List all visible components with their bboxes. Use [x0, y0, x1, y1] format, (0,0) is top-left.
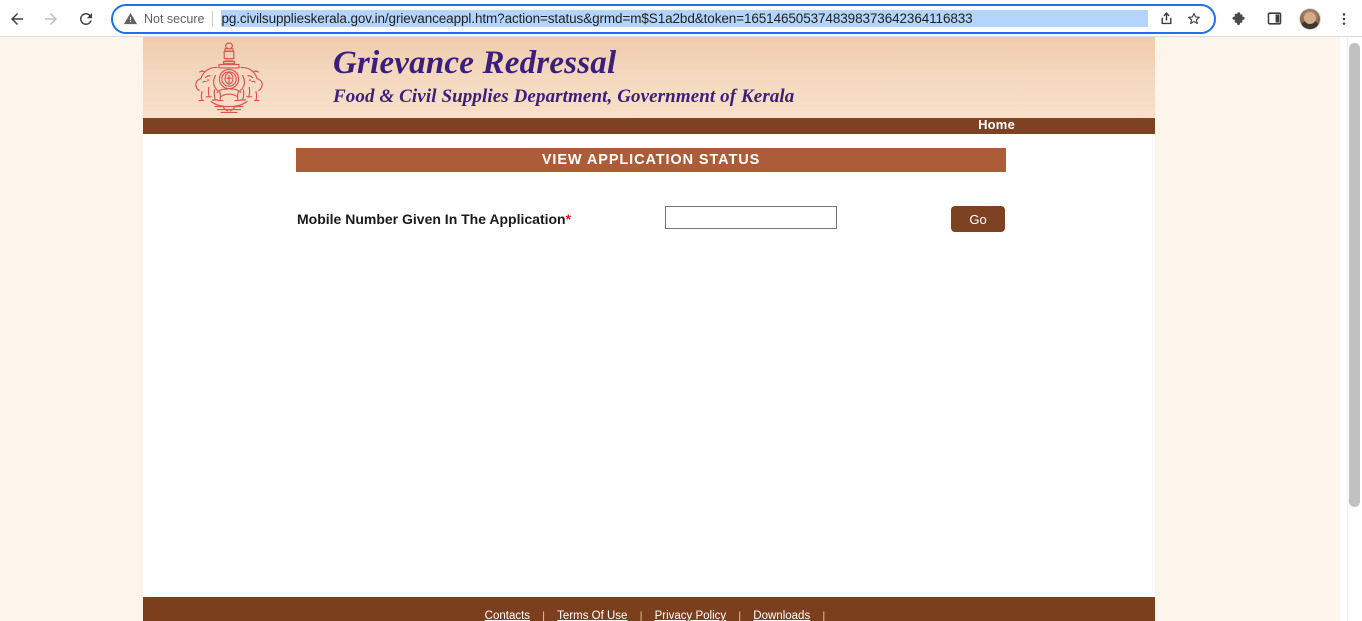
omnibox-actions: [1154, 7, 1206, 31]
profile-button[interactable]: [1296, 5, 1324, 33]
site-container: Grievance Redressal Food & Civil Supplie…: [143, 37, 1155, 621]
extensions-button[interactable]: [1226, 5, 1254, 33]
footer-link[interactable]: Terms Of Use: [545, 610, 639, 621]
back-button[interactable]: [2, 4, 32, 34]
nav-item-home[interactable]: Home: [978, 117, 1015, 133]
security-status-label: Not secure: [144, 11, 205, 26]
warning-triangle-icon: [123, 11, 138, 26]
footer-link[interactable]: Privacy Policy: [643, 610, 739, 621]
footer-links: Contacts | Terms Of Use | Privacy Policy | Dow…: [143, 610, 1155, 621]
reload-button[interactable]: [71, 4, 101, 34]
page-viewport: Grievance Redressal Food & Civil Supplie…: [0, 37, 1362, 621]
mobile-number-input[interactable]: [665, 206, 837, 229]
star-icon[interactable]: [1182, 7, 1206, 31]
required-asterisk: *: [565, 211, 572, 227]
site-title-block: Grievance Redressal Food & Civil Supplie…: [333, 46, 794, 108]
vertical-scrollbar[interactable]: [1347, 37, 1362, 621]
footer-link[interactable]: Downloads: [741, 610, 822, 621]
kerala-state-emblem-icon: [181, 39, 277, 117]
go-button[interactable]: Go: [951, 206, 1005, 232]
footer-link[interactable]: Contacts: [473, 610, 542, 621]
page-title: Grievance Redressal: [333, 45, 617, 81]
mobile-number-label-text: Mobile Number Given In The Application: [297, 211, 566, 227]
address-bar[interactable]: Not secure pg.civilsupplieskerala.gov.in…: [111, 3, 1216, 34]
main-content: VIEW APPLICATION STATUS Mobile Number Gi…: [143, 134, 1155, 590]
site-footer: Contacts | Terms Of Use | Privacy Policy | Dow…: [143, 597, 1155, 621]
site-nav-bar: Home: [143, 117, 1155, 134]
section-heading-text: VIEW APPLICATION STATUS: [541, 152, 761, 168]
mobile-number-label: Mobile Number Given In The Application*: [297, 211, 571, 227]
footer-separator: |: [822, 609, 826, 621]
site-header: Grievance Redressal Food & Civil Supplie…: [143, 37, 1155, 118]
security-status-chip[interactable]: Not secure: [123, 11, 204, 26]
scrollbar-thumb[interactable]: [1349, 43, 1360, 507]
forward-button[interactable]: [36, 4, 66, 34]
share-icon[interactable]: [1154, 7, 1178, 31]
status-lookup-form: Mobile Number Given In The Application* …: [143, 206, 1155, 246]
section-heading-bar: VIEW APPLICATION STATUS: [296, 148, 1006, 172]
url-text[interactable]: pg.civilsupplieskerala.gov.in/grievancea…: [221, 10, 1148, 27]
three-dot-menu-icon[interactable]: [1330, 5, 1358, 33]
site-subtitle: Food & Civil Supplies Department, Govern…: [333, 85, 795, 107]
avatar: [1299, 7, 1321, 30]
browser-toolbar: Not secure pg.civilsupplieskerala.gov.in…: [0, 0, 1362, 37]
side-panel-button[interactable]: [1260, 5, 1288, 33]
omnibox-divider: [212, 10, 214, 27]
